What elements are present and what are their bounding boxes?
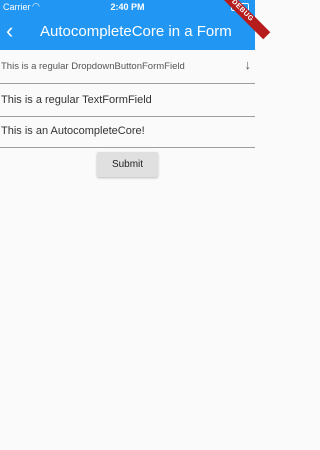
page-title: AutocompleteCore in a Form <box>40 23 232 40</box>
autocomplete-placeholder: This is an AutocompleteCore! <box>1 125 145 137</box>
text-field-placeholder: This is a regular TextFormField <box>1 94 152 106</box>
app-bar: ‹ AutocompleteCore in a Form <box>0 14 255 50</box>
text-form-field[interactable]: This is a regular TextFormField <box>0 84 255 117</box>
arrow-down-icon[interactable]: ↓ <box>245 57 252 72</box>
submit-button[interactable]: Submit <box>97 152 158 177</box>
back-arrow-icon[interactable]: ‹ <box>6 19 26 43</box>
status-bar: Carrier ◠ 2:40 PM <box>0 0 255 14</box>
dropdown-placeholder: This is a regular DropdownButtonFormFiel… <box>1 61 185 72</box>
autocomplete-field[interactable]: This is an AutocompleteCore! <box>0 117 255 148</box>
status-time: 2:40 PM <box>110 2 145 12</box>
dropdown-field[interactable]: This is a regular DropdownButtonFormFiel… <box>0 50 255 84</box>
